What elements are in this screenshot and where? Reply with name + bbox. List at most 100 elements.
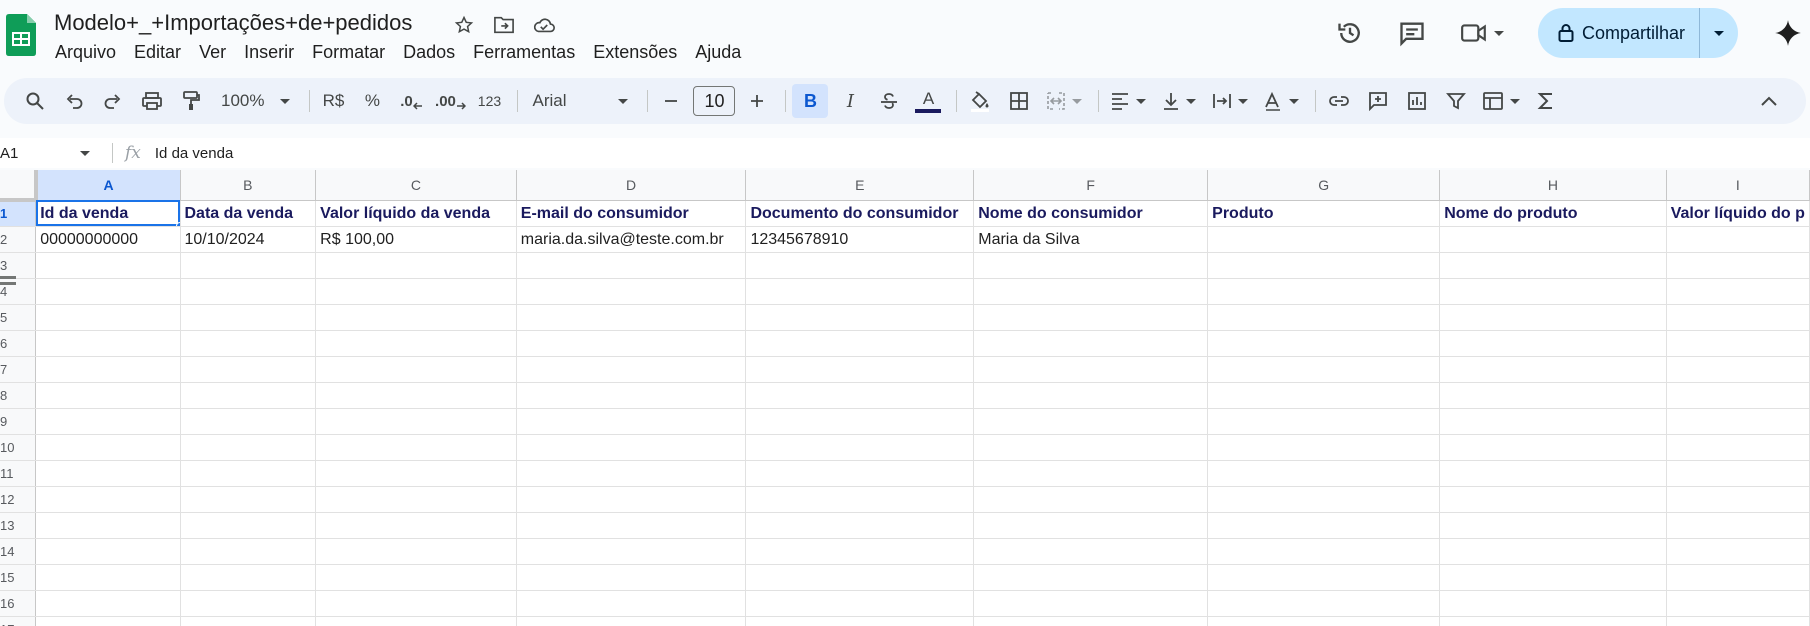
cell-b1[interactable]: Data da venda — [180, 200, 317, 227]
cell-a10[interactable] — [35, 434, 181, 461]
cell-i14[interactable] — [1666, 538, 1810, 565]
cell-a13[interactable] — [35, 512, 181, 539]
row-header[interactable]: 14 — [0, 538, 37, 565]
row-header[interactable]: 13 — [0, 512, 37, 539]
cell-e16[interactable] — [745, 590, 975, 617]
freeze-row-handle[interactable] — [0, 282, 16, 285]
cell-b17[interactable] — [180, 616, 317, 626]
cell-f8[interactable] — [973, 382, 1209, 409]
row-header[interactable]: 9 — [0, 408, 37, 435]
column-header-a[interactable]: A — [35, 170, 181, 201]
cell-c4[interactable] — [315, 278, 517, 305]
select-all-corner[interactable] — [0, 170, 38, 202]
cell-c5[interactable] — [315, 304, 517, 331]
row-header[interactable]: 12 — [0, 486, 37, 513]
borders-icon[interactable] — [1002, 84, 1036, 118]
cell-g1[interactable]: Produto — [1207, 200, 1441, 227]
cell-a4[interactable] — [35, 278, 181, 305]
cell-g5[interactable] — [1207, 304, 1441, 331]
strikethrough-button[interactable] — [872, 84, 906, 118]
cell-d4[interactable] — [516, 278, 747, 305]
cell-d6[interactable] — [516, 330, 747, 357]
cell-b6[interactable] — [180, 330, 317, 357]
cell-g4[interactable] — [1207, 278, 1441, 305]
cell-h1[interactable]: Nome do produto — [1439, 200, 1667, 227]
cell-c11[interactable] — [315, 460, 517, 487]
increase-decimal-button[interactable]: .00 — [433, 84, 467, 118]
cell-h11[interactable] — [1439, 460, 1667, 487]
text-wrapping-icon[interactable] — [1207, 84, 1253, 118]
formula-input[interactable]: Id da venda — [155, 145, 233, 162]
text-rotation-icon[interactable] — [1258, 84, 1304, 118]
cell-h9[interactable] — [1439, 408, 1667, 435]
cell-a7[interactable] — [35, 356, 181, 383]
cell-g11[interactable] — [1207, 460, 1441, 487]
cell-h14[interactable] — [1439, 538, 1667, 565]
cell-h16[interactable] — [1439, 590, 1667, 617]
cell-e6[interactable] — [745, 330, 975, 357]
cell-e11[interactable] — [745, 460, 975, 487]
menu-arquivo[interactable]: Arquivo — [46, 40, 125, 65]
cell-i17[interactable] — [1666, 616, 1810, 626]
cell-d7[interactable] — [516, 356, 747, 383]
cell-c2[interactable]: R$ 100,00 — [315, 226, 517, 253]
cell-b4[interactable] — [180, 278, 317, 305]
row-header[interactable]: 6 — [0, 330, 37, 357]
cell-c7[interactable] — [315, 356, 517, 383]
star-icon[interactable] — [452, 13, 476, 37]
cell-h2[interactable] — [1439, 226, 1667, 253]
document-title[interactable]: Modelo+_+Importações+de+pedidos — [54, 10, 412, 36]
cell-f12[interactable] — [973, 486, 1209, 513]
cell-a2[interactable]: 00000000000 — [35, 226, 181, 253]
cell-h7[interactable] — [1439, 356, 1667, 383]
cell-i10[interactable] — [1666, 434, 1810, 461]
more-formats-button[interactable]: 123 — [472, 84, 506, 118]
menu-dados[interactable]: Dados — [394, 40, 464, 65]
version-history-icon[interactable] — [1330, 13, 1370, 53]
row-header[interactable]: 16 — [0, 590, 37, 617]
share-button[interactable]: Compartilhar — [1537, 8, 1738, 58]
cell-d11[interactable] — [516, 460, 747, 487]
column-header-c[interactable]: C — [315, 170, 517, 201]
cell-a16[interactable] — [35, 590, 181, 617]
cell-i3[interactable] — [1666, 252, 1810, 279]
cell-c14[interactable] — [315, 538, 517, 565]
cell-f7[interactable] — [973, 356, 1209, 383]
cell-f6[interactable] — [973, 330, 1209, 357]
cell-f13[interactable] — [973, 512, 1209, 539]
cell-b2[interactable]: 10/10/2024 — [180, 226, 317, 253]
menu-inserir[interactable]: Inserir — [235, 40, 303, 65]
horizontal-align-icon[interactable] — [1105, 84, 1151, 118]
format-percent-button[interactable]: % — [355, 84, 389, 118]
column-header-d[interactable]: D — [516, 170, 747, 201]
cell-h8[interactable] — [1439, 382, 1667, 409]
cell-e17[interactable] — [745, 616, 975, 626]
cell-a3[interactable] — [35, 252, 181, 279]
cell-i11[interactable] — [1666, 460, 1810, 487]
cell-e13[interactable] — [745, 512, 975, 539]
cell-e4[interactable] — [745, 278, 975, 305]
cell-a6[interactable] — [35, 330, 181, 357]
cell-c1[interactable]: Valor líquido da venda — [315, 200, 517, 227]
cell-f4[interactable] — [973, 278, 1209, 305]
cell-e14[interactable] — [745, 538, 975, 565]
cell-e3[interactable] — [745, 252, 975, 279]
comments-icon[interactable] — [1392, 13, 1432, 53]
cell-a17[interactable] — [35, 616, 181, 626]
column-header-h[interactable]: H — [1439, 170, 1667, 201]
cell-c17[interactable] — [315, 616, 517, 626]
cell-f15[interactable] — [973, 564, 1209, 591]
cell-g10[interactable] — [1207, 434, 1441, 461]
cell-d16[interactable] — [516, 590, 747, 617]
share-dropdown[interactable] — [1700, 8, 1738, 58]
redo-icon[interactable] — [96, 84, 130, 118]
italic-button[interactable]: I — [833, 84, 867, 118]
column-header-b[interactable]: B — [180, 170, 317, 201]
insert-chart-icon[interactable] — [1400, 84, 1434, 118]
cell-c15[interactable] — [315, 564, 517, 591]
cell-c13[interactable] — [315, 512, 517, 539]
collapse-menus-icon[interactable] — [1752, 84, 1786, 118]
row-header[interactable]: 10 — [0, 434, 37, 461]
cell-b3[interactable] — [180, 252, 317, 279]
cell-g17[interactable] — [1207, 616, 1441, 626]
